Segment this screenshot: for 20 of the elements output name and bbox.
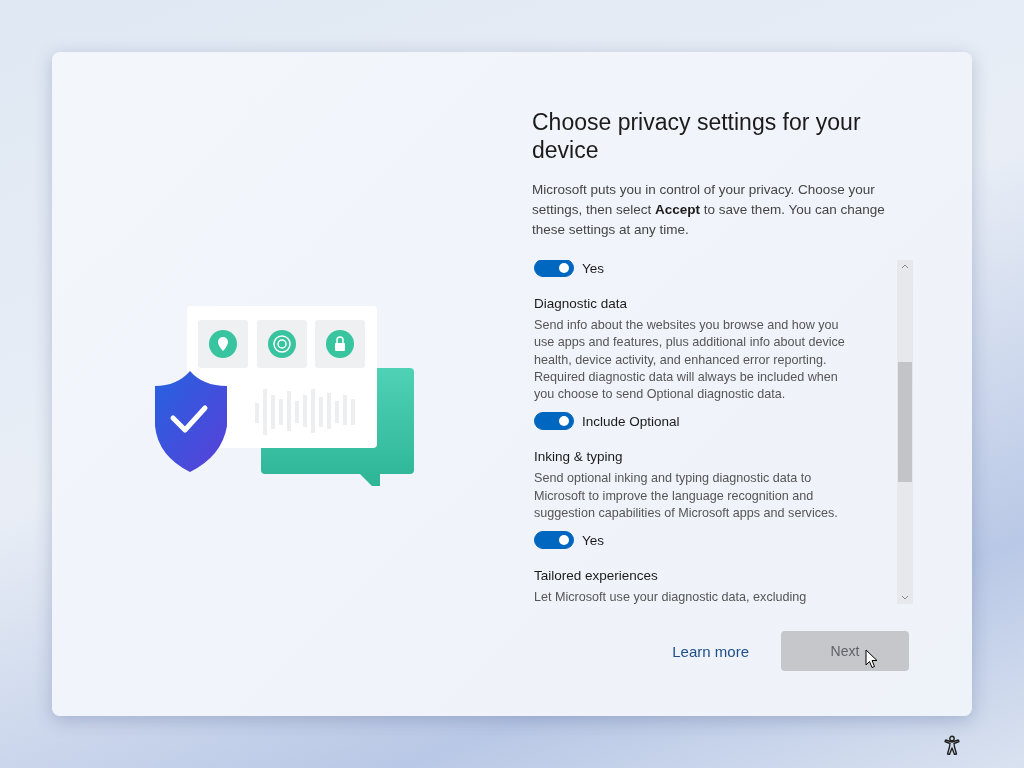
toggle-label: Include Optional	[582, 414, 680, 429]
toggle-switch[interactable]	[534, 260, 574, 277]
scrollbar[interactable]	[897, 260, 913, 604]
learn-more-link[interactable]: Learn more	[672, 642, 749, 660]
setting-title: Tailored experiences	[534, 568, 659, 584]
toggle-label: Yes	[582, 260, 605, 276]
toggle-label: Yes	[582, 532, 605, 548]
setting-title: Diagnostic data	[534, 296, 629, 311]
setting-title: Inking & typing	[534, 449, 624, 465]
toggle-switch[interactable]	[534, 531, 574, 550]
setting-description: Let Microsoft use your diagnostic data, excluding	[534, 589, 808, 604]
accessibility-icon[interactable]	[943, 735, 961, 755]
page-heading: Choose privacy settings for your device	[532, 108, 862, 164]
toggle-switch[interactable]	[534, 412, 574, 431]
mouse-cursor-icon	[865, 649, 878, 669]
setting-description: Send info about the websites you browse and how you use apps and features, plus additional info about device health, device activity, and enhanced error reporting. Required diagnostic data will always be included when you choose to send Optional diagnostic data.	[534, 317, 846, 404]
scroll-down-icon[interactable]	[901, 595, 909, 600]
scroll-up-icon[interactable]	[901, 264, 909, 269]
setting-description: Send optional inking and typing diagnostic data to Microsoft to improve the language recognition and suggestion capabilities of Microsoft apps and services.	[534, 470, 839, 523]
intro-text: Microsoft puts you in control of your privacy. Choose your settings, then select Accept to save them. You can change these settings at any time.	[532, 181, 886, 239]
